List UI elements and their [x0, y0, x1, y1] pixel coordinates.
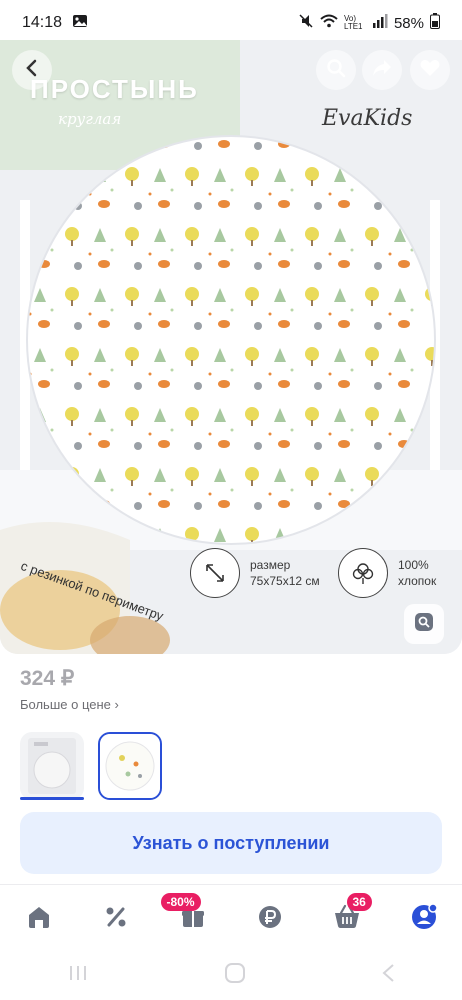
share-icon — [372, 59, 392, 82]
percent-icon — [103, 904, 129, 935]
network-label: Vo) LTE1 — [343, 14, 363, 31]
ruble-icon — [257, 904, 283, 935]
price-details-link[interactable]: Больше о цене › — [20, 697, 119, 712]
nav-cart[interactable]: 36 — [321, 892, 373, 946]
chevron-left-icon — [25, 59, 39, 82]
favorite-button[interactable] — [410, 50, 450, 90]
nav-profile[interactable] — [398, 894, 450, 946]
hero-title: ПРОСТЫНЬ — [30, 74, 199, 104]
share-button[interactable] — [362, 50, 402, 90]
system-nav — [0, 950, 462, 1000]
cotton-icon — [338, 548, 388, 598]
heart-icon — [420, 59, 440, 82]
search-button[interactable] — [316, 50, 356, 90]
thumbnail-strip — [20, 732, 162, 800]
nav-discounts[interactable] — [90, 894, 142, 946]
gallery-icon — [72, 14, 88, 33]
bottom-nav: -80% 36 — [0, 884, 462, 954]
cotton-badge: 100% хлопок — [338, 548, 436, 598]
expand-icon — [190, 548, 240, 598]
cotton-label: хлопок — [398, 574, 437, 588]
cotton-value: 100% — [398, 558, 429, 572]
nav-home[interactable] — [13, 894, 65, 946]
size-label: размер — [250, 558, 291, 572]
wifi-icon — [320, 14, 338, 32]
back-button[interactable] — [12, 50, 52, 90]
sale-badge: -80% — [160, 892, 201, 911]
profile-icon — [410, 903, 438, 936]
battery-icon — [430, 13, 440, 33]
product-image[interactable]: ПРОСТЫНЬ круглая EvaKids с резинкой по п… — [0, 40, 462, 654]
battery-percent: 58% — [393, 14, 424, 32]
nav-sale[interactable]: -80% — [160, 892, 219, 946]
back-nav-icon[interactable] — [381, 963, 395, 988]
signal-icon — [372, 14, 388, 32]
status-time: 14:18 — [22, 14, 63, 31]
thumbnail-indicator — [20, 797, 84, 800]
home-icon — [26, 904, 52, 935]
hero-subtitle: круглая — [58, 110, 122, 128]
size-badge: размер 75x75x12 см — [190, 548, 320, 598]
mute-icon — [298, 13, 314, 33]
visual-search-button[interactable] — [404, 604, 444, 644]
size-value: 75x75x12 см — [250, 574, 320, 588]
image-search-icon — [413, 611, 435, 638]
brand-logo: EvaKids — [322, 106, 413, 131]
search-icon — [326, 58, 346, 83]
price: 324 ₽ — [20, 667, 75, 690]
recents-icon[interactable] — [67, 964, 89, 987]
notify-availability-button[interactable]: Узнать о поступлении — [20, 812, 442, 874]
thumbnail-packaging[interactable] — [20, 732, 84, 800]
home-button-icon[interactable] — [224, 962, 246, 989]
thumbnail-sheet[interactable] — [98, 732, 162, 800]
cart-badge: 36 — [346, 892, 372, 911]
nav-finance[interactable] — [244, 894, 296, 946]
